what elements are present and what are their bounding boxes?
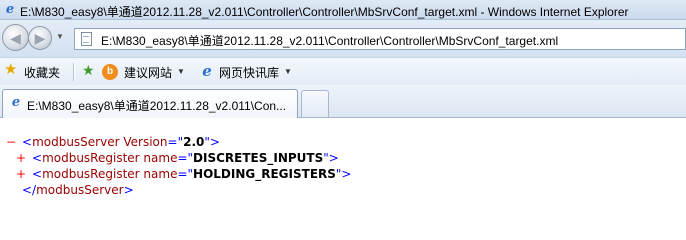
web-slice-gallery-button[interactable]: 网页快讯库	[219, 64, 279, 81]
web-slice-gallery-dropdown-icon[interactable]: ▼	[284, 67, 292, 76]
xml-attr-value: DISCRETES_INPUTS	[193, 151, 324, 165]
tab-strip: e E:\M830_easy8\单通道2012.11.28_v2.011\Con…	[0, 85, 686, 118]
xml-attr-name: name	[143, 151, 178, 165]
expand-toggle[interactable]: +	[16, 150, 26, 166]
suggested-sites-icon: b	[102, 64, 118, 80]
xml-tag-name: modbusServer	[32, 135, 120, 149]
xml-attr-name: name	[143, 167, 178, 181]
expand-toggle[interactable]: +	[16, 166, 26, 182]
xml-viewer: − <modbusServer Version="2.0"> + <modbus…	[0, 118, 686, 208]
xml-attr-name: Version	[123, 135, 168, 149]
xml-tag-name: modbusRegister	[42, 167, 140, 181]
xml-tag-name: modbusRegister	[42, 151, 140, 165]
xml-root-close-line: </modbusServer>	[22, 183, 134, 197]
xml-attr-value: HOLDING_REGISTERS	[193, 167, 336, 181]
favorites-button[interactable]: 收藏夹	[24, 64, 60, 81]
suggested-sites-button[interactable]: 建议网站	[124, 64, 172, 81]
navigation-bar: ◀ ▶ ▼ E:\M830_easy8\单通道2012.11.28_v2.011…	[0, 20, 686, 57]
favorites-separator	[73, 63, 75, 81]
address-text: E:\M830_easy8\单通道2012.11.28_v2.011\Contr…	[101, 34, 559, 48]
forward-button[interactable]: ▶	[28, 26, 52, 50]
forward-arrow-icon: ▶	[34, 30, 46, 46]
title-bar: e E:\M830_easy8\单通道2012.11.28_v2.011\Con…	[0, 0, 686, 20]
tab-ie-icon: e	[11, 95, 21, 110]
add-to-favorites-icon[interactable]: ★	[82, 62, 95, 78]
back-button[interactable]: ◀	[2, 24, 29, 51]
recent-pages-dropdown-icon[interactable]: ▼	[56, 32, 64, 41]
address-bar[interactable]: E:\M830_easy8\单通道2012.11.28_v2.011\Contr…	[74, 28, 686, 50]
new-tab-button[interactable]	[301, 90, 329, 117]
favorites-star-icon[interactable]: ★	[4, 62, 17, 78]
tab-label: E:\M830_easy8\单通道2012.11.28_v2.011\Con..…	[27, 99, 287, 113]
tab-current[interactable]: e E:\M830_easy8\单通道2012.11.28_v2.011\Con…	[2, 89, 298, 118]
back-arrow-icon: ◀	[10, 29, 21, 46]
xml-bracket: <	[22, 135, 33, 149]
web-slice-ie-icon: e	[202, 62, 212, 80]
page-icon	[81, 32, 92, 46]
xml-closing-tag-name: modbusServer	[36, 183, 124, 197]
window-title: E:\M830_easy8\单通道2012.11.28_v2.011\Contr…	[20, 5, 629, 19]
favorites-bar: ★ 收藏夹 ★ b 建议网站 ▼ e 网页快讯库 ▼	[0, 57, 686, 85]
suggested-sites-dropdown-icon[interactable]: ▼	[177, 67, 185, 76]
xml-attr-value: 2.0	[183, 135, 205, 149]
ie-icon: e	[5, 2, 15, 17]
collapse-toggle[interactable]: −	[6, 134, 16, 150]
xml-bracket: >	[209, 135, 220, 149]
